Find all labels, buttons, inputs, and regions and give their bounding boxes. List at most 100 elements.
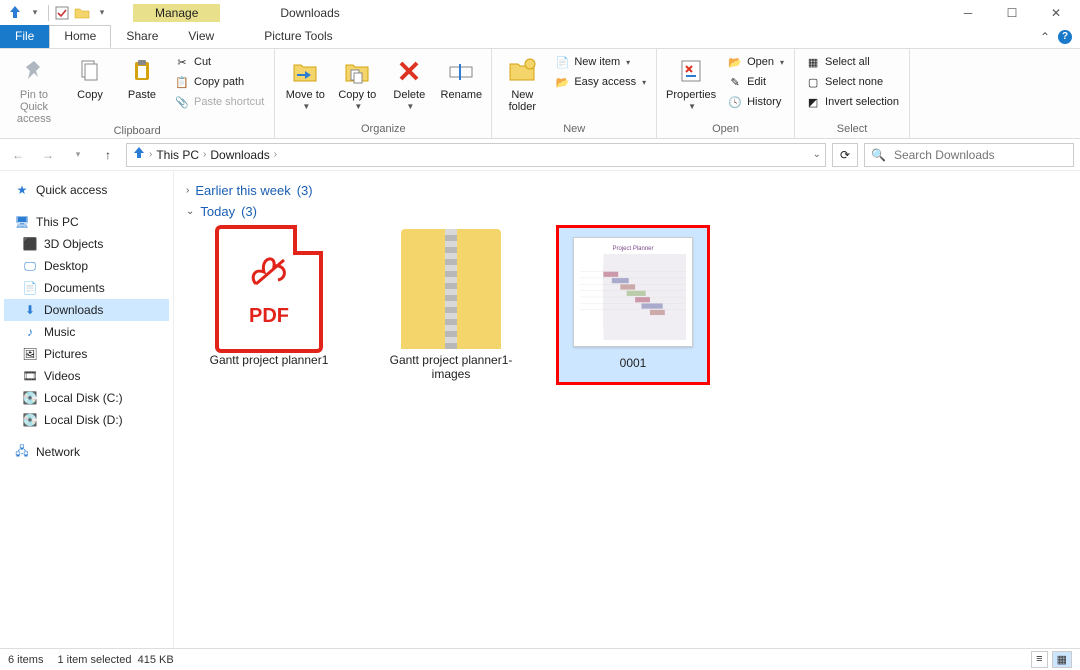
manage-context-tab[interactable]: Manage xyxy=(133,4,220,22)
copy-label: Copy xyxy=(77,89,103,101)
search-input[interactable] xyxy=(892,147,1067,163)
edit-button[interactable]: ✎Edit xyxy=(723,73,788,91)
copy-path-button[interactable]: 📋Copy path xyxy=(170,73,268,91)
sidebar-item-disk-d[interactable]: 💽Local Disk (D:) xyxy=(4,409,169,431)
chevron-right-icon[interactable]: › xyxy=(274,149,277,160)
edit-icon: ✎ xyxy=(727,74,743,90)
disk-icon: 💽 xyxy=(22,412,38,428)
sidebar-item-pictures[interactable]: 🖼Pictures xyxy=(4,343,169,365)
group-today[interactable]: ⌄ Today (3) xyxy=(186,204,1068,219)
refresh-button[interactable]: ⟳ xyxy=(832,143,858,167)
move-to-button[interactable]: Move to▼ xyxy=(281,51,329,112)
rename-button[interactable]: Rename xyxy=(437,51,485,101)
view-thumbnails-button[interactable]: ▦ xyxy=(1052,651,1072,668)
select-none-button[interactable]: ▢Select none xyxy=(801,73,903,91)
tab-picture-tools[interactable]: Picture Tools xyxy=(249,25,347,48)
sidebar-item-documents[interactable]: 📄Documents xyxy=(4,277,169,299)
ribbon-tabs: File Home Share View Picture Tools ⌃ ? xyxy=(0,25,1080,49)
file-item-image-selected[interactable]: Project Planner 0001 xyxy=(556,225,710,385)
open-icon: 📂 xyxy=(727,54,743,70)
tab-view[interactable]: View xyxy=(173,25,229,48)
nav-recent-dropdown[interactable]: ▾ xyxy=(66,143,90,167)
tab-file[interactable]: File xyxy=(0,25,49,48)
breadcrumb-this-pc[interactable]: This PC xyxy=(154,148,201,162)
title-bar: ▾ ▾ Manage Downloads ─ ☐ ✕ xyxy=(0,0,1080,25)
search-box[interactable]: 🔍 xyxy=(864,143,1074,167)
divider xyxy=(48,5,49,21)
easy-access-button[interactable]: 📂Easy access▾ xyxy=(550,73,650,91)
paste-shortcut-button[interactable]: 📎Paste shortcut xyxy=(170,93,268,111)
address-bar[interactable]: › This PC › Downloads › ⌄ xyxy=(126,143,826,167)
folder-arrow-icon xyxy=(6,4,24,22)
select-all-button[interactable]: ▦Select all xyxy=(801,53,903,71)
window-controls: ─ ☐ ✕ xyxy=(946,0,1078,25)
help-icon[interactable]: ? xyxy=(1058,30,1072,44)
properties-button[interactable]: Properties▼ xyxy=(663,51,719,112)
maximize-button[interactable]: ☐ xyxy=(990,0,1034,25)
nav-up-button[interactable]: ↑ xyxy=(96,143,120,167)
address-dropdown-icon[interactable]: ⌄ xyxy=(813,149,821,160)
star-icon: ★ xyxy=(14,182,30,198)
group-earlier-label: Earlier this week xyxy=(195,183,290,198)
chevron-right-icon[interactable]: › xyxy=(203,149,206,160)
status-bar: 6 items 1 item selected 415 KB ≡ ▦ xyxy=(0,648,1080,670)
delete-button[interactable]: Delete▼ xyxy=(385,51,433,112)
file-list[interactable]: › Earlier this week (3) ⌄ Today (3) PDF … xyxy=(174,171,1080,648)
tab-home[interactable]: Home xyxy=(49,25,111,48)
breadcrumb-downloads[interactable]: Downloads xyxy=(208,148,271,162)
cut-button[interactable]: ✂Cut xyxy=(170,53,268,71)
nav-forward-button[interactable]: → xyxy=(36,143,60,167)
title-context: Manage Downloads xyxy=(133,4,340,22)
sidebar-item-downloads[interactable]: ⬇Downloads xyxy=(4,299,169,321)
chevron-right-icon[interactable]: › xyxy=(149,149,152,160)
window-title: Downloads xyxy=(280,6,339,20)
qat-overflow-icon[interactable]: ▾ xyxy=(93,4,111,22)
network-icon: 🖧 xyxy=(14,444,30,460)
sidebar-item-music[interactable]: ♪Music xyxy=(4,321,169,343)
sidebar-item-videos[interactable]: 🎞Videos xyxy=(4,365,169,387)
minimize-button[interactable]: ─ xyxy=(946,0,990,25)
copy-to-button[interactable]: Copy to▼ xyxy=(333,51,381,112)
ribbon-collapse-icon[interactable]: ⌃ xyxy=(1040,30,1050,44)
file-item-zip[interactable]: Gantt project planner1-images xyxy=(374,225,528,385)
file-name: 0001 xyxy=(620,356,647,370)
sidebar-item-desktop[interactable]: 🖵Desktop xyxy=(4,255,169,277)
history-button[interactable]: 🕓History xyxy=(723,93,788,111)
new-item-button[interactable]: 📄New item▾ xyxy=(550,53,650,71)
open-button[interactable]: 📂Open▾ xyxy=(723,53,788,71)
pin-quick-access-button[interactable]: Pin to Quick access xyxy=(6,51,62,125)
nav-back-button[interactable]: ← xyxy=(6,143,30,167)
view-details-button[interactable]: ≡ xyxy=(1031,651,1047,668)
sidebar-quick-access[interactable]: ★Quick access xyxy=(4,179,169,201)
nav-sidebar: ★Quick access 🖥This PC ⬛3D Objects 🖵Desk… xyxy=(0,171,174,648)
invert-selection-button[interactable]: ◩Invert selection xyxy=(801,93,903,111)
organize-group-label: Organize xyxy=(281,123,485,136)
qat-dropdown-icon[interactable]: ▾ xyxy=(26,4,44,22)
ribbon-group-clipboard: Pin to Quick access Copy Paste ✂Cut 📋Cop… xyxy=(0,49,275,138)
disk-icon: 💽 xyxy=(22,390,38,406)
paste-label: Paste xyxy=(128,89,156,101)
open-group-label: Open xyxy=(663,123,788,136)
image-thumbnail: Project Planner xyxy=(573,232,693,352)
close-button[interactable]: ✕ xyxy=(1034,0,1078,25)
file-item-pdf[interactable]: PDF Gantt project planner1 xyxy=(192,225,346,385)
new-folder-icon xyxy=(506,55,538,87)
new-item-icon: 📄 xyxy=(554,54,570,70)
sidebar-item-3d-objects[interactable]: ⬛3D Objects xyxy=(4,233,169,255)
move-to-label: Move to xyxy=(286,89,325,101)
sidebar-item-disk-c[interactable]: 💽Local Disk (C:) xyxy=(4,387,169,409)
status-item-count: 6 items xyxy=(8,654,43,666)
paste-button[interactable]: Paste xyxy=(118,51,166,101)
pin-label: Pin to Quick access xyxy=(6,89,62,125)
folder-icon[interactable] xyxy=(73,4,91,22)
new-folder-button[interactable]: New folder xyxy=(498,51,546,113)
sidebar-network[interactable]: 🖧Network xyxy=(4,441,169,463)
group-earlier-this-week[interactable]: › Earlier this week (3) xyxy=(186,183,1068,198)
sidebar-this-pc[interactable]: 🖥This PC xyxy=(4,211,169,233)
search-icon: 🔍 xyxy=(871,148,886,162)
checkbox-icon[interactable] xyxy=(53,4,71,22)
group-earlier-count: (3) xyxy=(297,183,313,198)
tab-share[interactable]: Share xyxy=(111,25,173,48)
videos-icon: 🎞 xyxy=(22,368,38,384)
copy-button[interactable]: Copy xyxy=(66,51,114,101)
